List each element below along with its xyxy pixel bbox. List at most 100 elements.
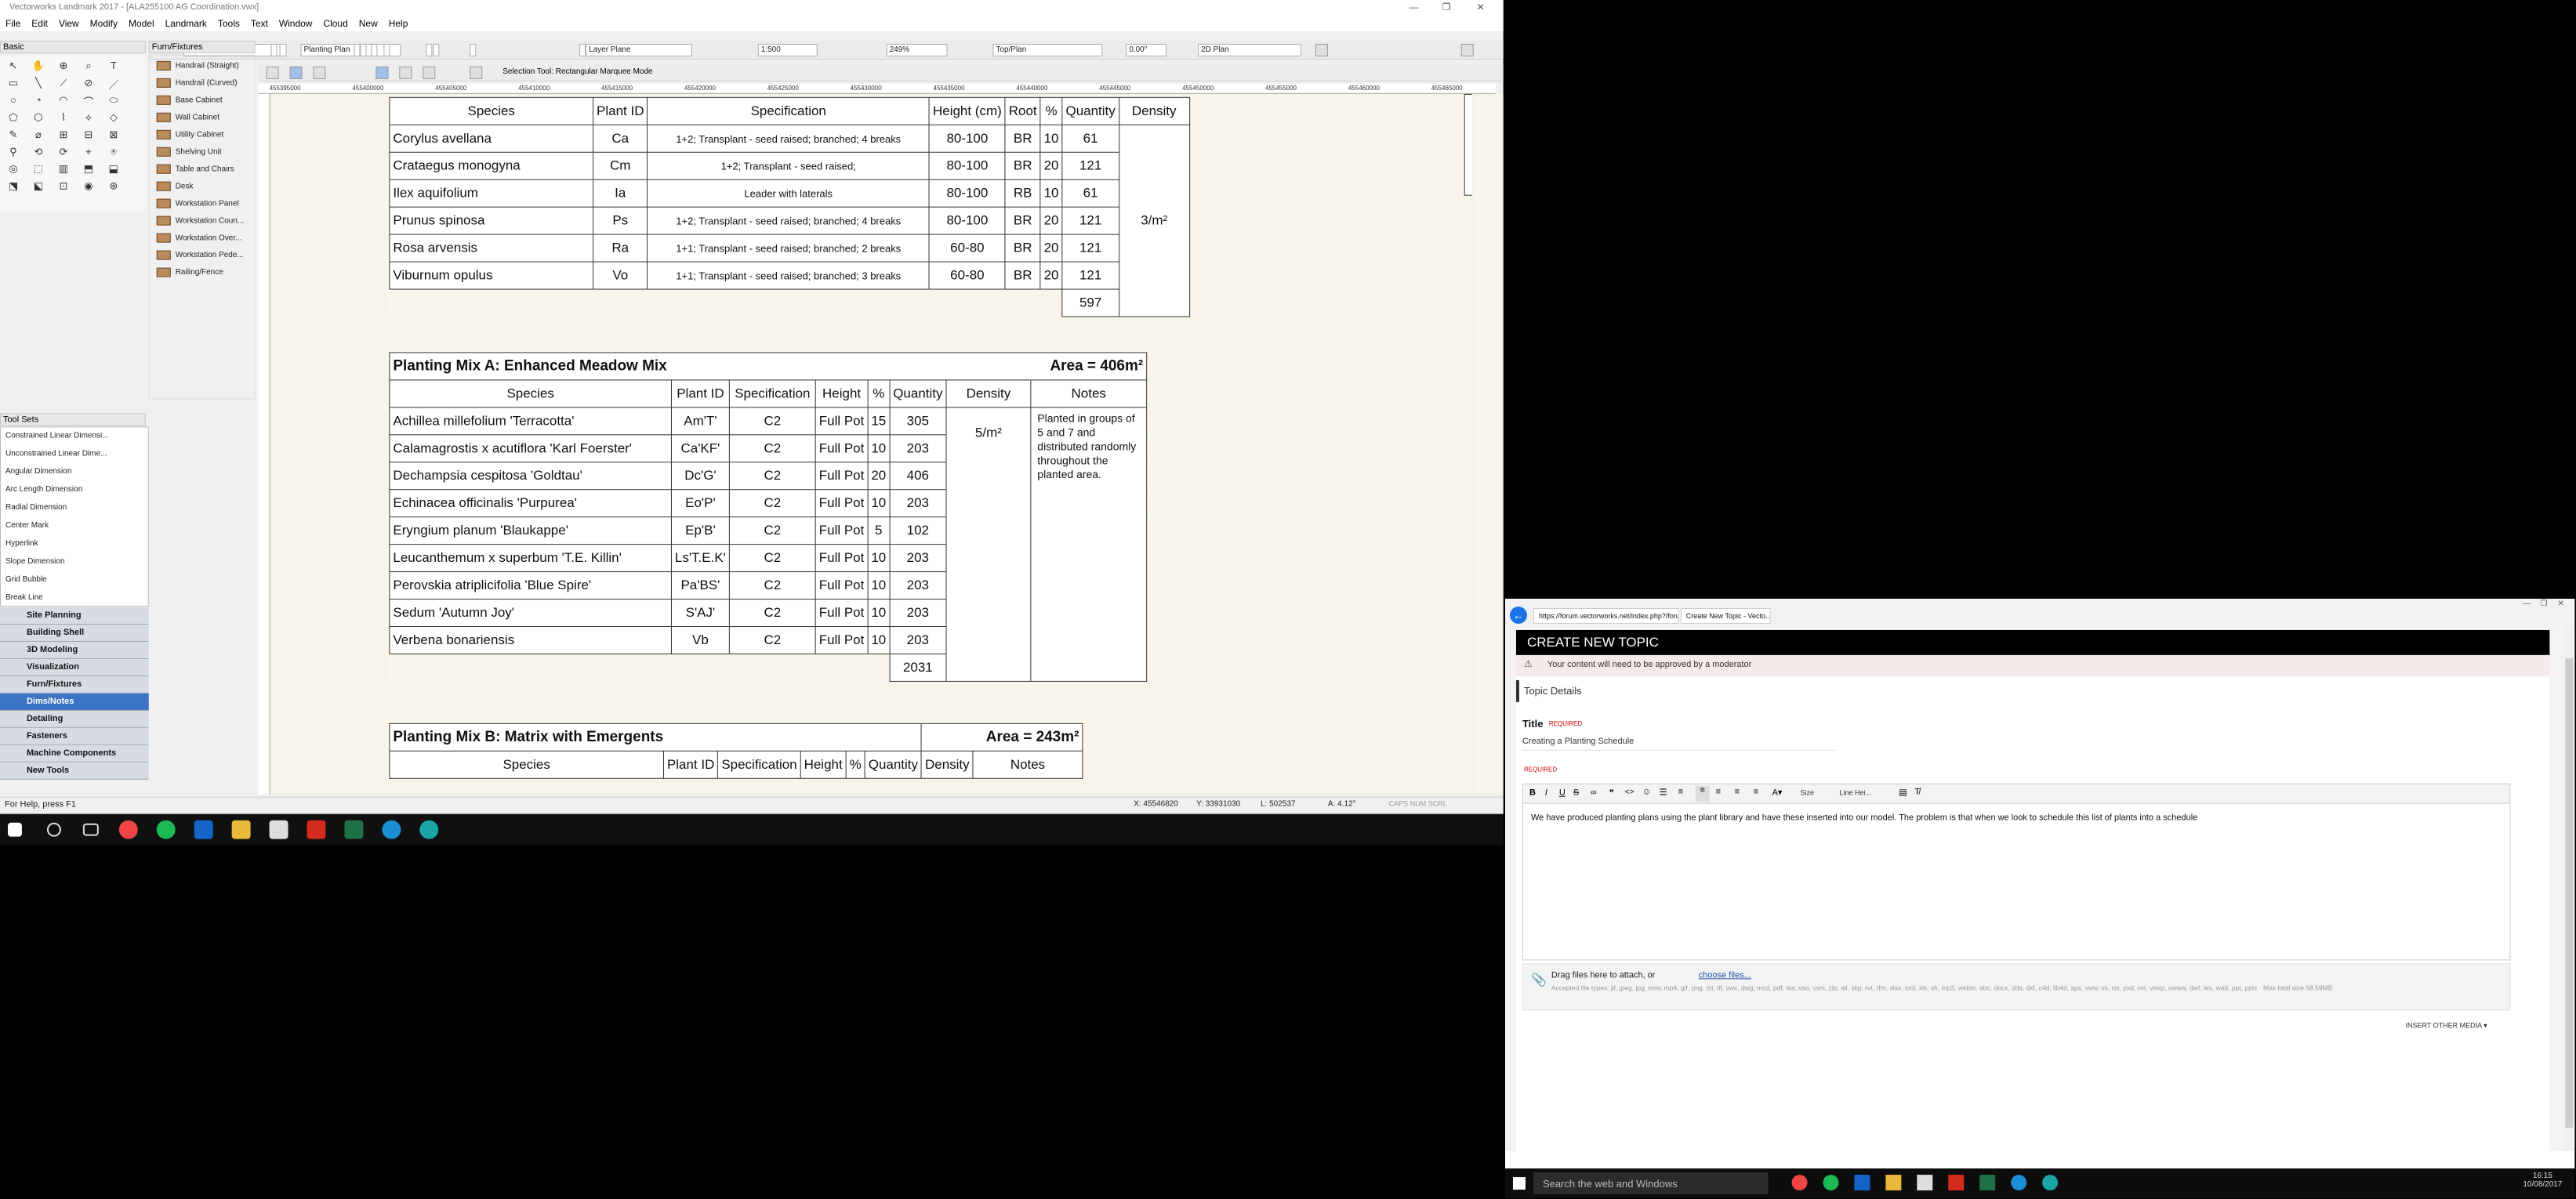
menu-window[interactable]: Window [274, 16, 318, 31]
emoji-icon[interactable]: ☺ [1642, 788, 1651, 797]
strike-icon[interactable]: S [1573, 788, 1579, 798]
calculator-icon[interactable] [269, 820, 288, 839]
menu-view[interactable]: View [53, 16, 85, 31]
toolset-category[interactable]: Machine Components [0, 744, 149, 763]
menu-file[interactable]: File [0, 16, 26, 31]
windows-start-icon[interactable] [7, 822, 22, 837]
spotify-icon[interactable] [156, 820, 176, 839]
menu-help[interactable]: Help [383, 16, 414, 31]
plane-select[interactable]: Layer Plane [586, 43, 692, 56]
drawing-area[interactable]: Species Plant ID Specification Height (cm) R… [270, 93, 1472, 795]
chrome-icon[interactable] [118, 820, 138, 839]
toolset-category[interactable]: Fasteners [0, 727, 149, 745]
vectorworks-icon-2[interactable] [2042, 1175, 2059, 1191]
windows-start-icon-2[interactable] [1512, 1177, 1526, 1190]
mode-icon-2[interactable] [289, 66, 303, 79]
excel-icon-2[interactable] [1979, 1175, 1996, 1191]
view-select[interactable]: Top/Plan [992, 43, 1103, 56]
acrobat-icon-2[interactable] [1948, 1175, 1965, 1191]
dimension-tool[interactable]: Center Mark [1, 517, 148, 535]
browser-minimize-icon[interactable]: — [2523, 600, 2531, 608]
menu-cloud[interactable]: Cloud [317, 16, 353, 31]
dimension-tool[interactable]: Radial Dimension [1, 499, 148, 517]
post-editor[interactable]: We have produced planting plans using th… [1522, 803, 2511, 961]
align-left-icon[interactable]: ≡ [1695, 785, 1710, 802]
menu-text[interactable]: Text [245, 16, 274, 31]
dimension-tool[interactable]: Slope Dimension [1, 553, 148, 571]
excel-icon[interactable] [344, 820, 364, 839]
back-icon[interactable]: ← [1509, 606, 1527, 624]
address-bar[interactable]: https://forum.vectorworks.net/index.php?… [1533, 607, 1679, 624]
zoom-field[interactable]: 249% [886, 43, 948, 56]
taskbar-search[interactable]: Search the web and Windows [1533, 1172, 1769, 1195]
toolset-category[interactable]: 3D Modeling [0, 641, 149, 659]
ie-icon[interactable] [382, 820, 401, 839]
toolset-category[interactable]: Detailing [0, 710, 149, 728]
quote-icon[interactable]: ❞ [1609, 788, 1614, 799]
rectangular-marquee-icon[interactable] [376, 66, 389, 79]
bullet-list-icon[interactable]: ☰ [1660, 788, 1667, 798]
chrome-icon-2[interactable] [1791, 1175, 1808, 1191]
browser-maximize-icon[interactable]: ❐ [2540, 600, 2547, 608]
choose-files-link[interactable]: choose files... [1699, 970, 1751, 980]
text-color-icon[interactable]: A▾ [1772, 788, 1783, 798]
dimension-tool[interactable]: Constrained Linear Dimensi... [1, 427, 148, 445]
outlook-icon[interactable] [194, 820, 213, 839]
mode-icon-3[interactable] [313, 66, 326, 79]
number-list-icon[interactable]: ≡ [1678, 788, 1683, 797]
menu-tools[interactable]: Tools [212, 16, 245, 31]
toolset-category[interactable]: Site Planning [0, 607, 149, 625]
vectorworks-icon[interactable] [419, 820, 439, 839]
menu-landmark[interactable]: Landmark [160, 16, 212, 31]
outlook-icon-2[interactable] [1854, 1175, 1870, 1191]
menu-model[interactable]: Model [123, 16, 160, 31]
line-height-select[interactable]: Line Hei... [1839, 789, 1870, 797]
render-select[interactable]: 2D Plan [1198, 43, 1301, 56]
browser-tab[interactable]: Create New Topic - Vecto... [1680, 607, 1771, 624]
file-explorer-icon-2[interactable] [1885, 1175, 1902, 1191]
file-explorer-icon[interactable] [231, 820, 251, 839]
search-icon[interactable] [46, 822, 61, 837]
underline-icon[interactable]: U [1559, 788, 1566, 798]
align-right-icon[interactable]: ≡ [1735, 788, 1740, 797]
angle-field[interactable]: 0.00° [1126, 43, 1167, 56]
toolset-category[interactable]: Building Shell [0, 625, 149, 642]
view-options-icon[interactable] [1460, 43, 1474, 56]
calculator-icon-2[interactable] [1917, 1175, 1933, 1191]
lasso-marquee-icon[interactable] [399, 66, 412, 79]
polygon-marquee-icon[interactable] [423, 66, 436, 79]
dimension-tool[interactable]: Arc Length Dimension [1, 481, 148, 499]
size-select[interactable]: Size [1801, 789, 1814, 797]
scale-field[interactable]: 1:500 [757, 43, 818, 56]
dimension-tool[interactable]: Unconstrained Linear Dime... [1, 445, 148, 463]
task-view-icon[interactable] [82, 823, 99, 836]
ie-icon-2[interactable] [2011, 1175, 2027, 1191]
mode-icon-7[interactable] [470, 66, 483, 79]
justify-icon[interactable]: ≡ [1754, 788, 1758, 797]
title-input[interactable]: Creating a Planting Schedule [1522, 730, 1836, 751]
menu-new[interactable]: New [354, 16, 383, 31]
source-icon[interactable]: ▤ [1899, 788, 1907, 798]
render-icon[interactable] [1315, 43, 1328, 56]
browser-scrollbar[interactable] [2563, 626, 2575, 1152]
close-icon[interactable]: ✕ [1477, 2, 1485, 13]
align-center-icon[interactable]: ≡ [1716, 788, 1721, 797]
insert-media-button[interactable]: INSERT OTHER MEDIA ▾ [2406, 1021, 2487, 1030]
mode-icon-1[interactable] [266, 66, 279, 79]
toolset-category[interactable]: Visualization [0, 658, 149, 676]
dimension-tool[interactable]: Hyperlink [1, 535, 148, 553]
dimension-tool[interactable]: Grid Bubble [1, 571, 148, 589]
link-icon[interactable]: ∞ [1591, 788, 1597, 798]
dimension-tool[interactable]: Break Line [1, 589, 148, 607]
attach-zone[interactable]: 📎 Drag files here to attach, or choose f… [1522, 963, 2511, 1011]
italic-icon[interactable]: I [1545, 788, 1547, 798]
toolset-category[interactable]: Dims/Notes [0, 693, 149, 711]
code-icon[interactable]: <> [1625, 788, 1634, 797]
browser-close-icon[interactable]: ✕ [2557, 600, 2563, 608]
maximize-icon[interactable]: ❐ [1442, 2, 1451, 13]
acrobat-icon[interactable] [307, 820, 326, 839]
spotify-icon-2[interactable] [1823, 1175, 1839, 1191]
dimension-tool[interactable]: Angular Dimension [1, 463, 148, 481]
menu-edit[interactable]: Edit [26, 16, 53, 31]
toolset-category[interactable]: Furn/Fixtures [0, 676, 149, 694]
